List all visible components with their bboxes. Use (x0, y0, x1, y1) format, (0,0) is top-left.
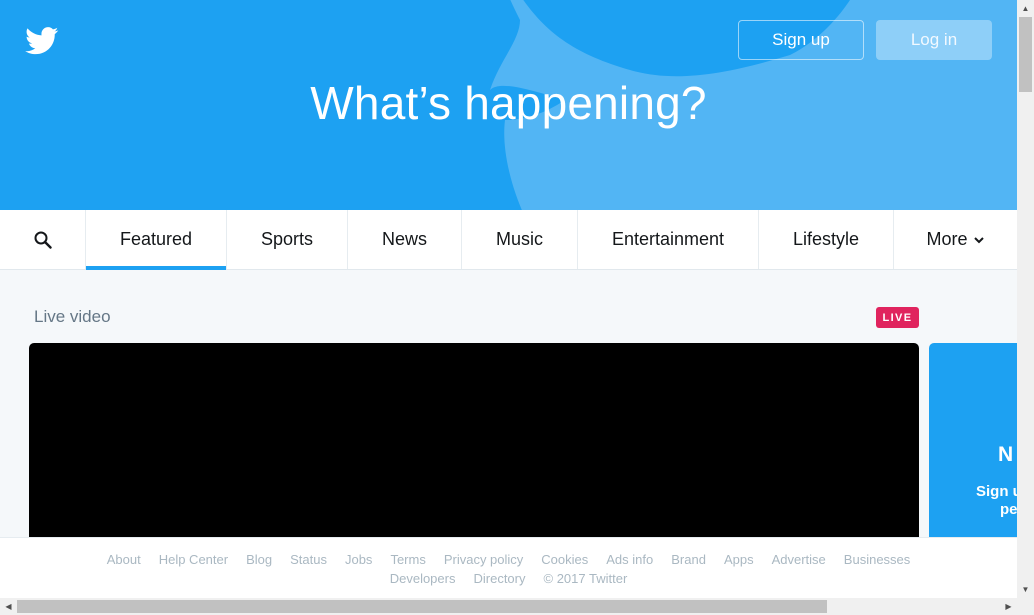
tab-more[interactable]: More (894, 210, 1017, 269)
footer-link-directory[interactable]: Directory (473, 571, 525, 586)
search-icon (34, 231, 52, 249)
footer-link-cookies[interactable]: Cookies (541, 552, 588, 567)
tab-label: Featured (119, 229, 193, 249)
footer-link-advertise[interactable]: Advertise (772, 552, 826, 567)
tab-music[interactable]: Music (462, 210, 578, 269)
page-title: What’s happening? (310, 77, 707, 129)
live-video-player[interactable] (29, 343, 919, 543)
promo-text-line: Sign u (976, 483, 1017, 500)
footer-link-help-center[interactable]: Help Center (159, 552, 228, 567)
tab-sports[interactable]: Sports (227, 210, 348, 269)
tab-news[interactable]: News (348, 210, 462, 269)
tab-label: Entertainment (611, 229, 725, 249)
footer-link-terms[interactable]: Terms (390, 552, 425, 567)
scroll-down-arrow-icon[interactable]: ▼ (1017, 581, 1034, 598)
scrollbar-corner (1017, 598, 1034, 615)
footer-link-about[interactable]: About (107, 552, 141, 567)
vertical-scrollbar[interactable]: ▲ ▼ (1017, 0, 1034, 598)
tab-label: News (381, 229, 427, 249)
tab-lifestyle[interactable]: Lifestyle (759, 210, 894, 269)
footer-link-ads-info[interactable]: Ads info (606, 552, 653, 567)
scroll-right-arrow-icon[interactable]: ▶ (1000, 598, 1017, 615)
footer-link-blog[interactable]: Blog (246, 552, 272, 567)
horizontal-scroll-thumb[interactable] (17, 600, 827, 613)
horizontal-scrollbar[interactable]: ◀ ▶ (0, 598, 1017, 615)
twitter-bird-icon[interactable] (25, 27, 59, 55)
footer-copyright: © 2017 Twitter (543, 571, 628, 586)
promo-text-line: pe (1000, 501, 1017, 518)
login-button[interactable]: Log in (876, 20, 992, 60)
tab-label: Sports (260, 229, 314, 249)
footer-link-privacy[interactable]: Privacy policy (444, 552, 523, 567)
signup-button[interactable]: Sign up (738, 20, 864, 60)
footer-link-apps[interactable]: Apps (724, 552, 754, 567)
page-viewport: Sign up Log in What’s happening? Feature… (0, 0, 1017, 598)
tab-label: Lifestyle (792, 229, 860, 249)
tab-featured[interactable]: Featured (86, 210, 227, 270)
footer-links-row: About Help Center Blog Status Jobs Terms… (0, 552, 1017, 567)
footer: About Help Center Blog Status Jobs Terms… (0, 537, 1017, 598)
tab-label: Music (495, 229, 543, 249)
scroll-up-arrow-icon[interactable]: ▲ (1017, 0, 1034, 17)
category-tabs: Featured Sports News Music Entertainment… (0, 210, 1017, 270)
hero-banner: Sign up Log in What’s happening? (0, 0, 1017, 210)
vertical-scroll-thumb[interactable] (1019, 17, 1032, 92)
footer-link-businesses[interactable]: Businesses (844, 552, 910, 567)
promo-text: Sign u pe (976, 483, 1017, 519)
footer-link-brand[interactable]: Brand (671, 552, 706, 567)
tab-entertainment[interactable]: Entertainment (578, 210, 759, 269)
chevron-down-icon (973, 236, 984, 243)
promo-title: N (998, 443, 1014, 466)
search-tab[interactable] (0, 210, 86, 269)
footer-link-jobs[interactable]: Jobs (345, 552, 372, 567)
live-badge: LIVE (876, 307, 919, 328)
footer-link-developers[interactable]: Developers (390, 571, 456, 586)
live-video-heading: Live video (34, 307, 111, 326)
footer-link-status[interactable]: Status (290, 552, 327, 567)
signup-promo-card[interactable]: N Sign u pe (929, 343, 1017, 543)
footer-links-row: Developers Directory © 2017 Twitter (0, 571, 1017, 586)
scroll-left-arrow-icon[interactable]: ◀ (0, 598, 17, 615)
tab-label: More (926, 229, 968, 249)
